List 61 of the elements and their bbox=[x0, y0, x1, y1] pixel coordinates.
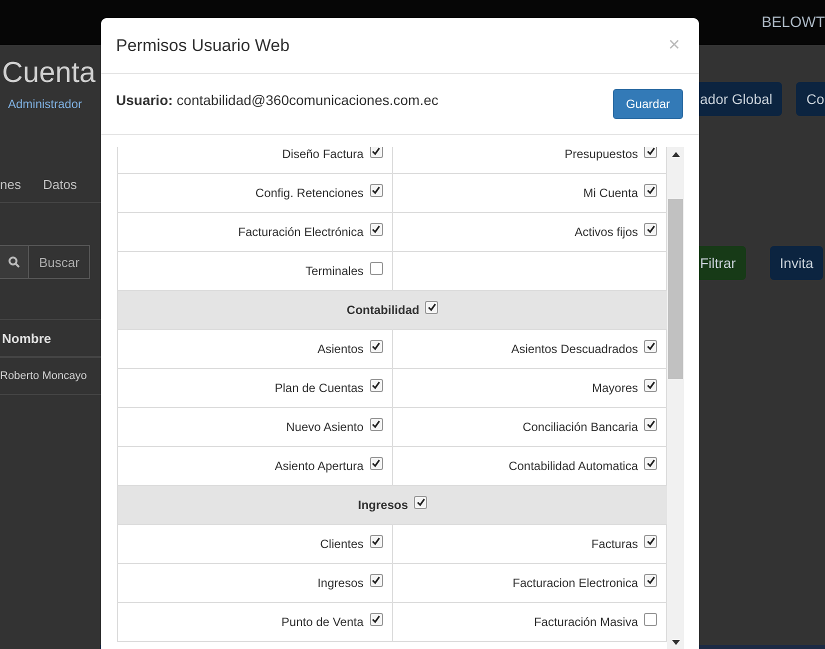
permission-label: Conciliación Bancaria bbox=[522, 420, 638, 434]
brand-name[interactable]: BELOWT bbox=[762, 14, 825, 31]
permission-label: Terminales bbox=[305, 264, 364, 278]
permission-label: Activos fijos bbox=[574, 225, 638, 239]
breadcrumb-link[interactable]: Administrador bbox=[8, 97, 82, 111]
permission-checkbox[interactable] bbox=[644, 184, 657, 196]
permission-label: Presupuestos bbox=[564, 147, 638, 161]
permission-label: Plan de Cuentas bbox=[274, 381, 364, 395]
permission-label: Ingresos bbox=[317, 576, 364, 590]
scrollbar[interactable] bbox=[667, 147, 684, 649]
permission-checkbox[interactable] bbox=[370, 574, 382, 586]
permission-label: Contabilidad Automatica bbox=[508, 459, 638, 473]
permission-checkbox[interactable] bbox=[370, 340, 382, 352]
column-header: Nombre bbox=[1, 330, 52, 346]
permission-checkbox[interactable] bbox=[370, 378, 382, 392]
user-email: Usuario: contabilidad@360comunicaciones.com.ec bbox=[116, 92, 438, 108]
permission-checkbox[interactable] bbox=[644, 222, 657, 236]
dialog-title: Permisos Usuario Web bbox=[116, 36, 290, 56]
permission-checkbox[interactable] bbox=[644, 340, 657, 352]
section-checkbox[interactable] bbox=[414, 496, 427, 508]
permission-checkbox[interactable] bbox=[370, 456, 382, 470]
permission-label: Facturas bbox=[591, 537, 638, 551]
permission-label: Mayores bbox=[592, 381, 638, 395]
permission-checkbox[interactable] bbox=[644, 418, 657, 430]
page-tab[interactable]: Datos bbox=[42, 177, 77, 192]
permission-label: Asientos bbox=[317, 342, 364, 356]
permission-checkbox[interactable] bbox=[370, 184, 382, 196]
scrollbar-thumb[interactable] bbox=[668, 199, 683, 379]
permission-checkbox[interactable] bbox=[644, 378, 657, 392]
permission-checkbox[interactable] bbox=[644, 574, 657, 586]
search-field[interactable]: Buscar bbox=[29, 245, 90, 279]
section-checkbox[interactable] bbox=[425, 300, 438, 314]
section-title: Ingresos bbox=[358, 498, 408, 512]
permission-checkbox[interactable] bbox=[370, 222, 382, 236]
page-title: Cuenta bbox=[2, 56, 97, 91]
permission-checkbox[interactable] bbox=[644, 456, 657, 470]
permission-checkbox[interactable] bbox=[370, 418, 382, 430]
section-title: Contabilidad bbox=[346, 303, 420, 317]
permission-label: Punto de Venta bbox=[281, 615, 364, 629]
permission-label: Clientes bbox=[320, 537, 364, 551]
permission-label: Diseño Factura bbox=[282, 147, 364, 161]
permission-label: Facturacion Electronica bbox=[512, 576, 638, 590]
permission-checkbox[interactable] bbox=[644, 534, 657, 548]
permission-checkbox[interactable] bbox=[644, 612, 657, 626]
permission-label: Asientos Descuadrados bbox=[511, 342, 638, 356]
header-button[interactable]: Co bbox=[796, 82, 825, 116]
permission-label: Nuevo Asiento bbox=[286, 420, 364, 434]
permission-label: Config. Retenciones bbox=[255, 186, 364, 200]
table-cell: Roberto Moncayo bbox=[0, 370, 87, 382]
permission-checkbox[interactable] bbox=[370, 612, 382, 626]
permission-checkbox[interactable] bbox=[370, 262, 382, 274]
save-button[interactable]: Guardar bbox=[612, 89, 683, 119]
permission-checkbox[interactable] bbox=[370, 534, 382, 548]
permission-label: Mi Cuenta bbox=[583, 186, 638, 200]
page-tab[interactable]: nes bbox=[0, 177, 21, 192]
permission-checkbox[interactable] bbox=[370, 147, 382, 158]
permission-label: Facturación Electrónica bbox=[238, 225, 364, 239]
permission-label: Facturación Masiva bbox=[534, 615, 638, 629]
permission-checkbox[interactable] bbox=[644, 147, 657, 158]
filter-button[interactable]: Invita bbox=[770, 246, 824, 280]
permission-label: Asiento Apertura bbox=[274, 459, 364, 473]
